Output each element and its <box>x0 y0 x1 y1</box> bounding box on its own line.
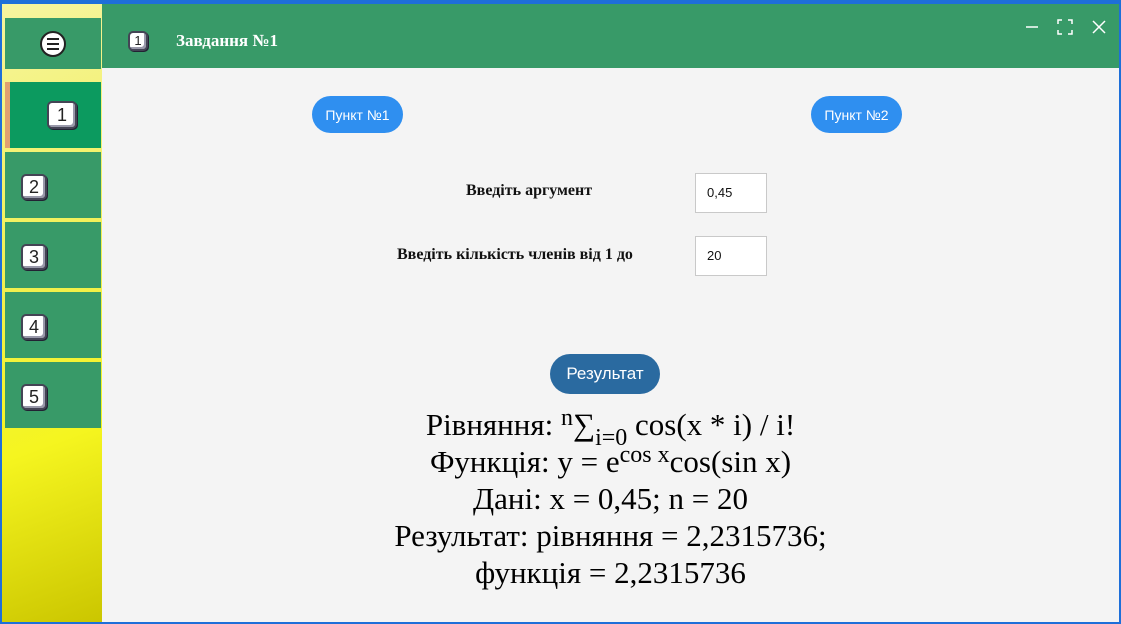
title-bar: 1 Завдання №1 <box>102 4 1119 68</box>
function-line: Функція: y = ecos xcos(sin x) <box>429 442 792 479</box>
sidebar-item-1[interactable]: 1 <box>5 82 101 148</box>
maximize-button[interactable] <box>1052 14 1078 40</box>
tab-point-2[interactable]: Пункт №2 <box>811 96 902 133</box>
sidebar-item-label: 1 <box>47 101 77 129</box>
function-result-line: функція = 2,2315736 <box>475 555 746 590</box>
active-indicator <box>5 82 10 148</box>
count-label: Введіть кількість членів від 1 до <box>397 246 633 263</box>
sidebar-item-label: 2 <box>21 174 47 200</box>
app-icon: 1 <box>128 31 148 51</box>
minimize-button[interactable] <box>1019 14 1045 40</box>
close-icon <box>1092 20 1106 34</box>
sidebar-item-5[interactable]: 5 <box>5 362 101 428</box>
argument-label: Введіть аргумент <box>466 182 593 199</box>
sidebar: 1 2 3 4 5 <box>2 4 102 622</box>
menu-toggle-button[interactable] <box>5 18 101 69</box>
hamburger-icon <box>40 30 66 57</box>
maximize-icon <box>1057 19 1073 35</box>
result-output: Рівняння: n∑i=0 cos(x * i) / i! Функція:… <box>102 406 1119 591</box>
minimize-icon <box>1026 26 1038 28</box>
count-input[interactable]: 20 <box>695 236 767 276</box>
equation-line: Рівняння: n∑i=0 cos(x * i) / i! <box>425 405 796 451</box>
sidebar-item-2[interactable]: 2 <box>5 152 101 218</box>
tab-point-1[interactable]: Пункт №1 <box>312 96 403 133</box>
result-button[interactable]: Результат <box>550 354 660 394</box>
result-line: Результат: рівняння = 2,2315736; <box>394 518 827 553</box>
sidebar-item-3[interactable]: 3 <box>5 222 101 288</box>
argument-input[interactable]: 0,45 <box>695 173 767 213</box>
window-title: Завдання №1 <box>176 31 278 50</box>
sidebar-item-label: 5 <box>21 384 47 410</box>
sidebar-item-label: 4 <box>21 314 47 340</box>
close-button[interactable] <box>1086 14 1112 40</box>
app-window: 1 2 3 4 5 1 Завдання №1 Пункт №1 Пункт №… <box>2 4 1119 622</box>
sidebar-item-4[interactable]: 4 <box>5 292 101 358</box>
data-line: Дані: x = 0,45; n = 20 <box>472 481 749 516</box>
sidebar-item-label: 3 <box>21 244 47 270</box>
